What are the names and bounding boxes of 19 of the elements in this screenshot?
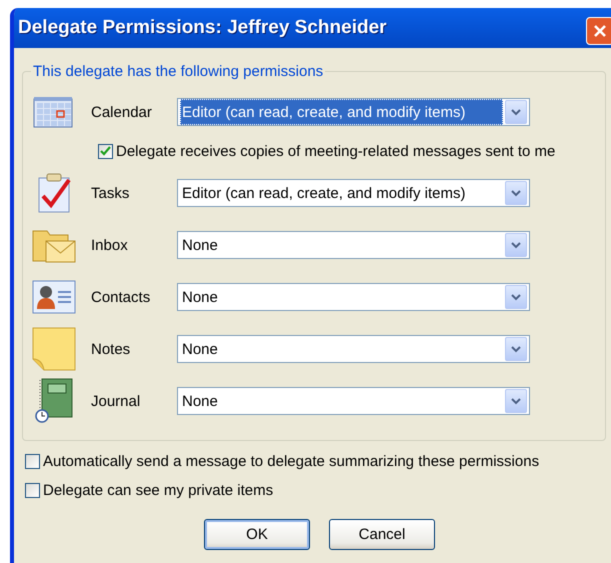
- permission-label: Contacts: [90, 288, 152, 306]
- checkbox-label: Delegate receives copies of meeting-related messages sent to me: [116, 142, 556, 160]
- permission-dropdown[interactable]: None: [177, 283, 530, 311]
- permission-dropdown[interactable]: Editor (can read, create, and modify items): [177, 98, 530, 126]
- checkbox-label: Automatically send a message to delegate summarizing these permissions: [43, 453, 540, 470]
- cancel-button[interactable]: Cancel: [329, 519, 435, 550]
- permission-label: Inbox: [90, 236, 129, 254]
- permission-label: Journal: [90, 392, 142, 410]
- group-legend: This delegate has the following permissions: [31, 63, 326, 80]
- window-title: Delegate Permissions: Jeffrey Schneider: [18, 17, 387, 39]
- checkbox-label: Delegate can see my private items: [43, 482, 274, 499]
- permission-dropdown[interactable]: None: [177, 387, 530, 415]
- permission-dropdown[interactable]: None: [177, 231, 530, 259]
- permission-dropdown[interactable]: None: [177, 335, 530, 363]
- ok-button[interactable]: OK: [204, 519, 310, 550]
- permission-label: Tasks: [90, 184, 130, 202]
- permission-dropdown[interactable]: Editor (can read, create, and modify items): [177, 179, 530, 207]
- permission-label: Notes: [90, 340, 132, 358]
- permission-label: Calendar: [90, 104, 153, 120]
